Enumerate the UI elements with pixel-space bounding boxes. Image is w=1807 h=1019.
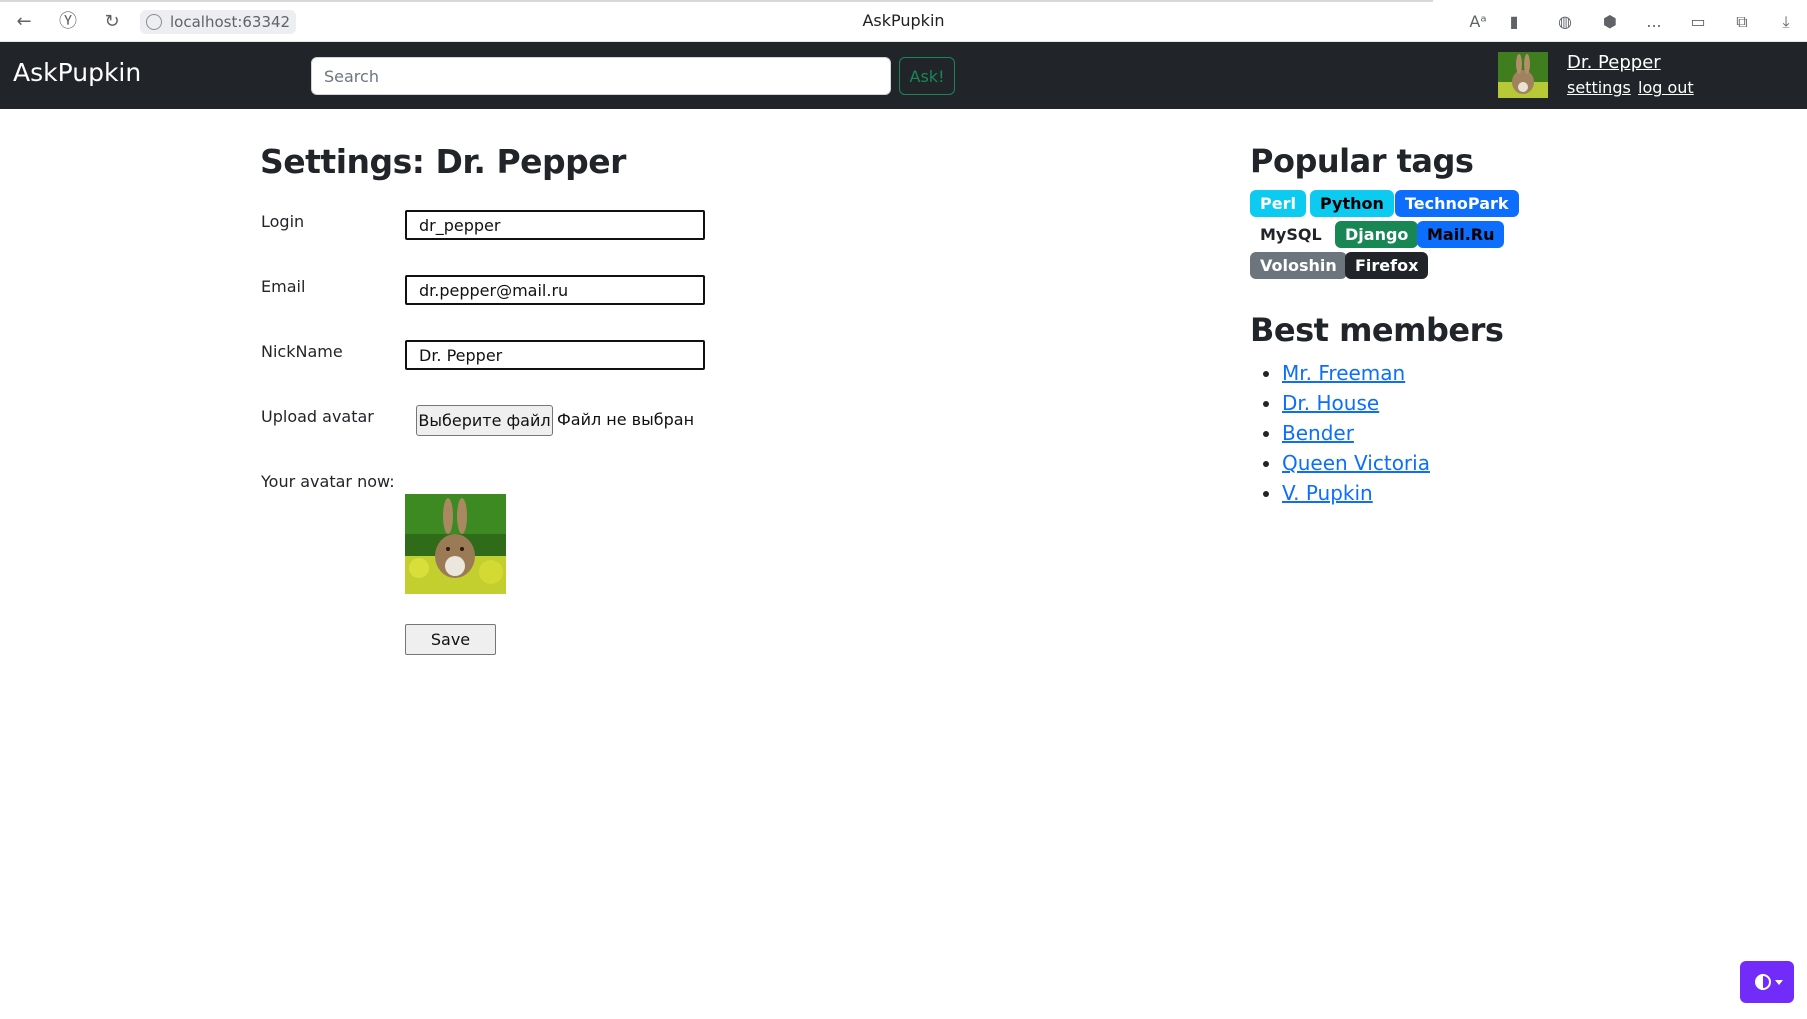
list-item: V. Pupkin <box>1282 478 1430 508</box>
tag-django[interactable]: Django <box>1335 221 1419 248</box>
best-members-title: Best members <box>1250 311 1504 349</box>
tag-voloshin[interactable]: Voloshin <box>1250 252 1347 279</box>
translate-icon[interactable]: Aᵃ <box>1466 10 1490 34</box>
current-avatar-image <box>405 494 506 594</box>
choose-file-button[interactable]: Выберите файл <box>416 405 553 436</box>
tag-mysql[interactable]: MySQL <box>1250 221 1332 248</box>
tag-perl[interactable]: Perl <box>1250 190 1306 217</box>
more-icon[interactable]: ... <box>1642 10 1666 34</box>
theme-toggle-button[interactable] <box>1740 961 1794 1003</box>
logout-link[interactable]: log out <box>1638 78 1694 97</box>
nickname-field[interactable] <box>405 340 705 370</box>
list-item: Mr. Freeman <box>1282 358 1430 388</box>
browser-toolbar: ← Ⓨ ↻ localhost:63342 AskPupkin Aᵃ ▮ ◍ ⬢… <box>0 0 1807 42</box>
globe-icon[interactable]: ◍ <box>1553 10 1577 34</box>
file-status-text: Файл не выбран <box>557 410 695 429</box>
bookmark-icon[interactable]: ▮ <box>1502 10 1526 34</box>
user-name-link[interactable]: Dr. Pepper <box>1567 52 1661 73</box>
user-avatar[interactable] <box>1498 52 1548 98</box>
nickname-label: NickName <box>261 342 343 361</box>
list-item: Dr. House <box>1282 388 1430 418</box>
popular-tags-title: Popular tags <box>1250 142 1474 180</box>
member-link[interactable]: Queen Victoria <box>1282 451 1430 475</box>
extension-icon[interactable]: ⬢ <box>1598 10 1622 34</box>
list-item: Queen Victoria <box>1282 448 1430 478</box>
tab-title: AskPupkin <box>862 11 945 30</box>
collections-icon[interactable]: ⧉ <box>1730 10 1754 34</box>
login-field[interactable] <box>405 210 705 240</box>
app-navbar: AskPupkin Ask! Dr. Pepper settings log o… <box>0 42 1807 109</box>
search-input[interactable] <box>311 57 891 95</box>
battery-icon[interactable]: ▭ <box>1686 10 1710 34</box>
current-avatar-label: Your avatar now: <box>261 472 395 491</box>
tag-technopark[interactable]: TechnoPark <box>1395 190 1519 217</box>
tag-python[interactable]: Python <box>1310 190 1394 217</box>
upload-avatar-label: Upload avatar <box>261 407 374 426</box>
tab-strip-line <box>0 0 1433 2</box>
settings-link[interactable]: settings <box>1567 78 1631 97</box>
save-button[interactable]: Save <box>405 624 496 655</box>
download-icon[interactable]: ⤓ <box>1774 10 1798 34</box>
best-members-list: Mr. Freeman Dr. House Bender Queen Victo… <box>1264 358 1430 508</box>
login-label: Login <box>261 212 305 231</box>
contrast-icon <box>1755 974 1771 990</box>
member-link[interactable]: Mr. Freeman <box>1282 361 1405 385</box>
tag-mailru[interactable]: Mail.Ru <box>1417 221 1505 248</box>
tag-firefox[interactable]: Firefox <box>1345 252 1429 279</box>
member-link[interactable]: Bender <box>1282 421 1354 445</box>
brand-logo[interactable]: AskPupkin <box>13 58 141 87</box>
email-field[interactable] <box>405 275 705 305</box>
chevron-down-icon <box>1775 980 1783 985</box>
ask-button[interactable]: Ask! <box>899 57 955 95</box>
email-label: Email <box>261 277 306 296</box>
member-link[interactable]: V. Pupkin <box>1282 481 1373 505</box>
list-item: Bender <box>1282 418 1430 448</box>
page-title: Settings: Dr. Pepper <box>260 142 626 181</box>
member-link[interactable]: Dr. House <box>1282 391 1379 415</box>
